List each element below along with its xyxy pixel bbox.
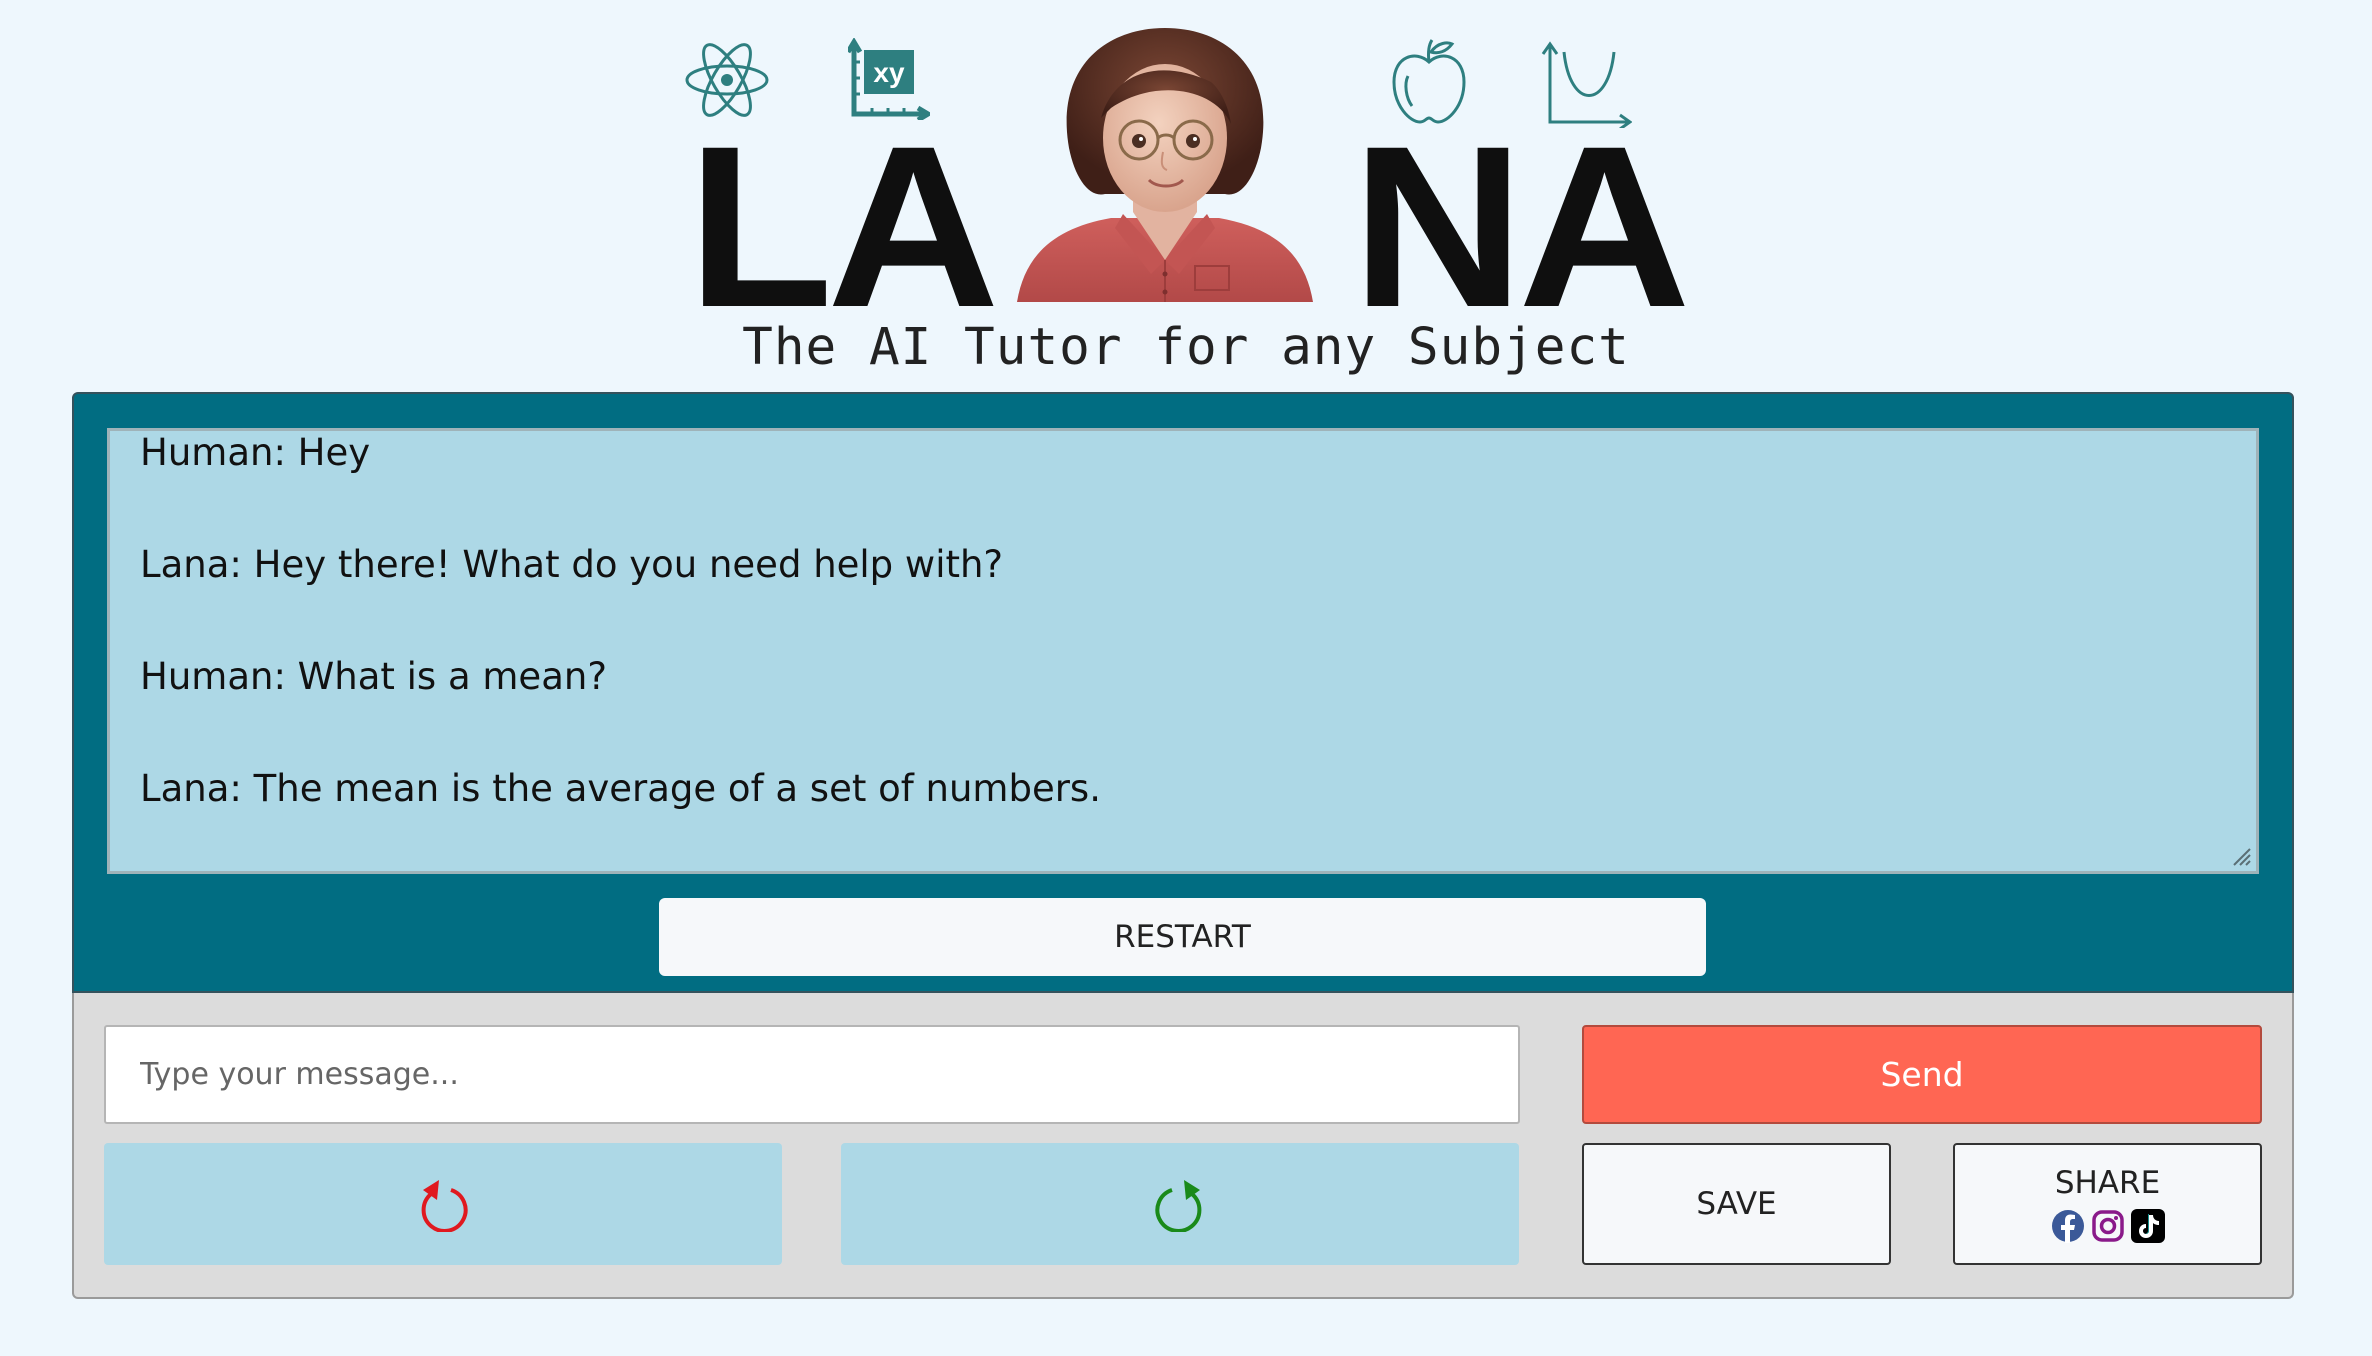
undo-button[interactable] bbox=[104, 1143, 782, 1265]
save-label: SAVE bbox=[1696, 1186, 1777, 1222]
share-icons bbox=[2051, 1209, 2165, 1243]
message-gap bbox=[140, 483, 2226, 543]
facebook-icon[interactable] bbox=[2051, 1209, 2085, 1243]
resize-grip-icon[interactable] bbox=[2230, 845, 2252, 867]
logo-left-text: LA bbox=[687, 98, 1000, 355]
tiktok-icon[interactable] bbox=[2130, 1209, 2165, 1243]
chat-message: Lana: The mean is the average of a set o… bbox=[140, 767, 1101, 810]
instagram-icon[interactable] bbox=[2091, 1209, 2125, 1243]
redo-button[interactable] bbox=[841, 1143, 1519, 1265]
message-input[interactable] bbox=[104, 1025, 1520, 1124]
rotate-ccw-icon bbox=[421, 1180, 468, 1232]
header: xy LA NA The AI Tutor for any Subject bbox=[0, 0, 2372, 390]
share-label: SHARE bbox=[2054, 1165, 2161, 1201]
restart-button[interactable]: RESTART bbox=[659, 898, 1706, 976]
tagline: The AI Tutor for any Subject bbox=[742, 318, 1630, 377]
chat-message: Lana: Hey there! What do you need help w… bbox=[140, 543, 1004, 586]
chat-message: Human: Hey bbox=[140, 431, 371, 474]
save-button[interactable]: SAVE bbox=[1582, 1143, 1891, 1265]
chat-transcript[interactable]: Human: Hey Lana: Hey there! What do you … bbox=[107, 428, 2259, 874]
xy-graph-label: xy bbox=[873, 57, 905, 88]
rotate-cw-icon bbox=[1155, 1180, 1202, 1232]
message-gap bbox=[140, 595, 2226, 655]
share-button[interactable]: SHARE bbox=[1953, 1143, 2262, 1265]
avatar bbox=[1017, 28, 1313, 302]
send-button[interactable]: Send bbox=[1582, 1025, 2262, 1124]
message-gap bbox=[140, 707, 2226, 767]
logo-right-text: NA bbox=[1351, 98, 1691, 355]
chat-panel: Human: Hey Lana: Hey there! What do you … bbox=[72, 392, 2294, 993]
controls-panel: Send SAVE SHARE bbox=[72, 993, 2294, 1299]
chat-message: Human: What is a mean? bbox=[140, 655, 607, 698]
